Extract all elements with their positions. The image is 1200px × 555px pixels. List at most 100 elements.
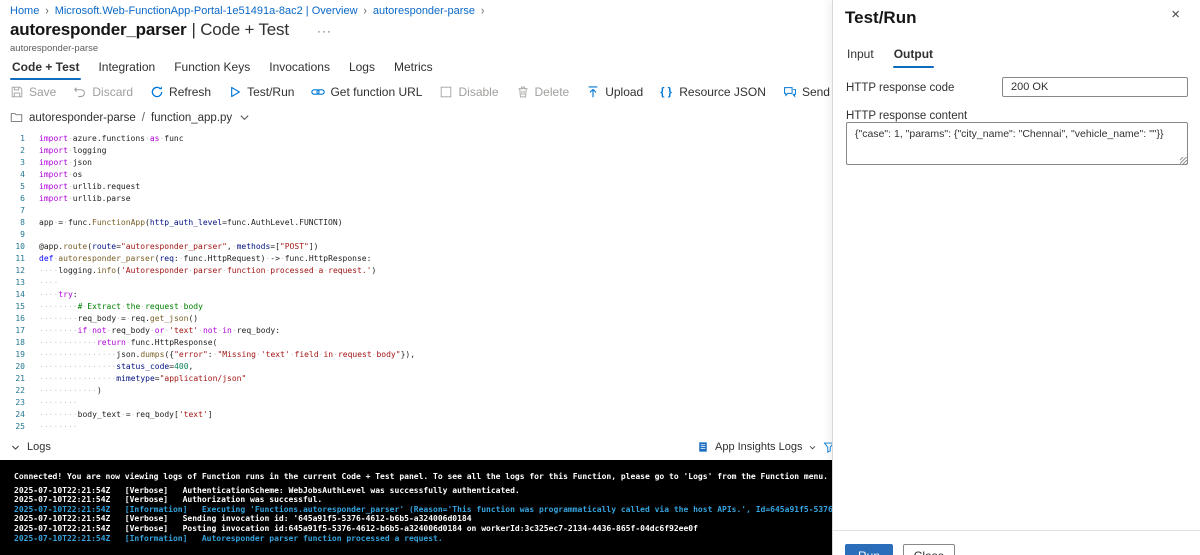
line-number: 15: [15, 302, 25, 311]
code-line: 15 ········#·Extract·the·request·body: [0, 301, 832, 313]
console-line: 2025-07-10T22:21:54Z [Verbose] Posting i…: [14, 523, 698, 533]
app-insights-icon: [697, 441, 709, 453]
code-line: 12 ····logging.info('Autoresponder·parser…: [0, 265, 832, 277]
breadcrumb-link-autoresponder-parse[interactable]: autoresponder-parse: [373, 5, 475, 17]
discard-icon: [73, 85, 87, 99]
folder-icon: [10, 111, 23, 124]
line-number: 22: [15, 386, 25, 395]
line-number: 13: [15, 278, 25, 287]
filter-icon[interactable]: [823, 441, 832, 453]
upload-icon: [586, 85, 600, 99]
chevron-down-icon: [10, 442, 21, 453]
http-response-code-input[interactable]: [1002, 77, 1188, 97]
chevron-down-icon[interactable]: [238, 111, 251, 124]
toolbar-label: Discard: [92, 85, 134, 99]
run-button[interactable]: Run: [845, 544, 893, 555]
code-line: 4 import·os: [0, 169, 832, 181]
code-line: 17 ········if·not·req_body·or·'text'·not·…: [0, 325, 832, 337]
line-number: 17: [15, 326, 25, 335]
test-run-panel: Test/Run × Input Output HTTP response cod…: [832, 0, 1200, 555]
breadcrumb-link-home[interactable]: Home: [10, 5, 39, 17]
code-line: 8 app·=·func.FunctionApp(http_auth_level=…: [0, 217, 832, 229]
save-button[interactable]: Save: [10, 85, 56, 99]
code-line: 18 ············return·func.HttpResponse(: [0, 337, 832, 349]
line-number: 12: [15, 266, 25, 275]
logs-bar: Logs App Insights Logs Log: [0, 437, 832, 460]
breadcrumb-link-microsoft-web-functionapp-port[interactable]: Microsoft.Web-FunctionApp-Portal-1e51491…: [55, 5, 358, 17]
chevron-down-icon[interactable]: [808, 443, 817, 452]
tab-function-keys[interactable]: Function Keys: [172, 58, 252, 80]
line-number: 10: [15, 242, 25, 251]
breadcrumb-separator-icon: ›: [363, 4, 367, 18]
code-line: 3 import·json: [0, 157, 832, 169]
logs-collapse-toggle[interactable]: Logs: [10, 441, 51, 453]
more-options-button[interactable]: ···: [317, 24, 332, 38]
close-button[interactable]: Close: [903, 544, 955, 555]
upload-button[interactable]: Upload: [586, 85, 643, 99]
code-editor[interactable]: 1 import·azure.functions·as·func 2 import·l…: [0, 133, 832, 436]
tab-integration[interactable]: Integration: [96, 58, 157, 80]
panel-tab-output[interactable]: Output: [892, 45, 935, 68]
braces-icon: { }: [660, 86, 672, 98]
tab-code-test[interactable]: Code + Test: [10, 58, 82, 80]
get-function-url-button[interactable]: Get function URL: [311, 85, 422, 99]
line-number: 18: [15, 338, 25, 347]
code-line: 10 @app.route(route="autoresponder_parser…: [0, 241, 832, 253]
delete-button[interactable]: Delete: [516, 85, 569, 99]
code-line: 11 def·autoresponder_parser(req:·func.Htt…: [0, 253, 832, 265]
code-line: 14 ····try:: [0, 289, 832, 301]
line-number: 6: [20, 194, 25, 203]
save-icon: [10, 85, 24, 99]
tab-invocations[interactable]: Invocations: [267, 58, 332, 80]
send-us-your-feedback-button[interactable]: Send us your feedback: [783, 85, 832, 99]
resource-json-button[interactable]: { } Resource JSON: [660, 85, 766, 99]
tab-metrics[interactable]: Metrics: [392, 58, 435, 80]
code-line: 7: [0, 205, 832, 217]
file-name: function_app.py: [150, 111, 233, 124]
breadcrumb-separator-icon: ›: [481, 4, 485, 18]
page-title-suffix: | Code + Test: [191, 20, 289, 39]
refresh-button[interactable]: Refresh: [150, 85, 211, 99]
log-console[interactable]: Connected! You are now viewing logs of F…: [0, 460, 832, 555]
checkbox-icon: [439, 85, 453, 99]
code-line: 5 import·urllib.request: [0, 181, 832, 193]
code-line: 1 import·azure.functions·as·func: [0, 133, 832, 145]
discard-button[interactable]: Discard: [73, 85, 133, 99]
code-line: 19 ················json.dumps({"error":·"…: [0, 349, 832, 361]
toolbar-label: Send us your feedback: [801, 85, 832, 99]
line-number: 16: [15, 314, 25, 323]
line-number: 25: [15, 422, 25, 431]
function-name-title: autoresponder_parser: [10, 20, 187, 39]
console-line: 2025-07-10T22:21:54Z [Verbose] Sending i…: [14, 514, 472, 524]
code-line: 9: [0, 229, 832, 241]
line-number: 5: [20, 182, 25, 191]
logs-label: Logs: [27, 441, 51, 453]
app-insights-logs-dropdown[interactable]: App Insights Logs: [715, 441, 802, 453]
http-response-content-label: HTTP response content: [846, 110, 968, 122]
refresh-icon: [150, 85, 164, 99]
console-line: 2025-07-10T22:21:54Z [Verbose] Authentic…: [14, 485, 520, 495]
close-icon[interactable]: ×: [1171, 6, 1180, 24]
code-line: 20 ················status_code=400,: [0, 361, 832, 373]
play-icon: [228, 85, 242, 99]
line-number: 23: [15, 398, 25, 407]
disable-button[interactable]: Disable: [439, 85, 499, 99]
code-line: 16 ········req_body·=·req.get_json(): [0, 313, 832, 325]
code-line: 23 ········: [0, 397, 832, 409]
panel-tab-input[interactable]: Input: [846, 45, 875, 68]
line-number: 20: [15, 362, 25, 371]
line-number: 19: [15, 350, 25, 359]
feedback-icon: [783, 85, 797, 99]
line-number: 1: [20, 134, 25, 143]
toolbar-label: Upload: [605, 85, 644, 99]
file-selector[interactable]: autoresponder-parse / function_app.py: [10, 111, 251, 124]
console-line: 2025-07-10T22:21:54Z [Information] Autor…: [14, 533, 443, 543]
code-line: 22 ············): [0, 385, 832, 397]
test-run-button[interactable]: Test/Run: [228, 85, 294, 99]
page-title: autoresponder_parser | Code + Test ···: [10, 20, 332, 40]
panel-tabs: Input Output: [846, 45, 935, 68]
http-response-content-textarea[interactable]: {"case": 1, "params": {"city_name": "Che…: [846, 122, 1188, 165]
toolbar: Save Discard Refresh Test/Run Get function U…: [10, 85, 832, 99]
toolbar-label: Save: [29, 85, 57, 99]
tab-logs[interactable]: Logs: [347, 58, 377, 80]
